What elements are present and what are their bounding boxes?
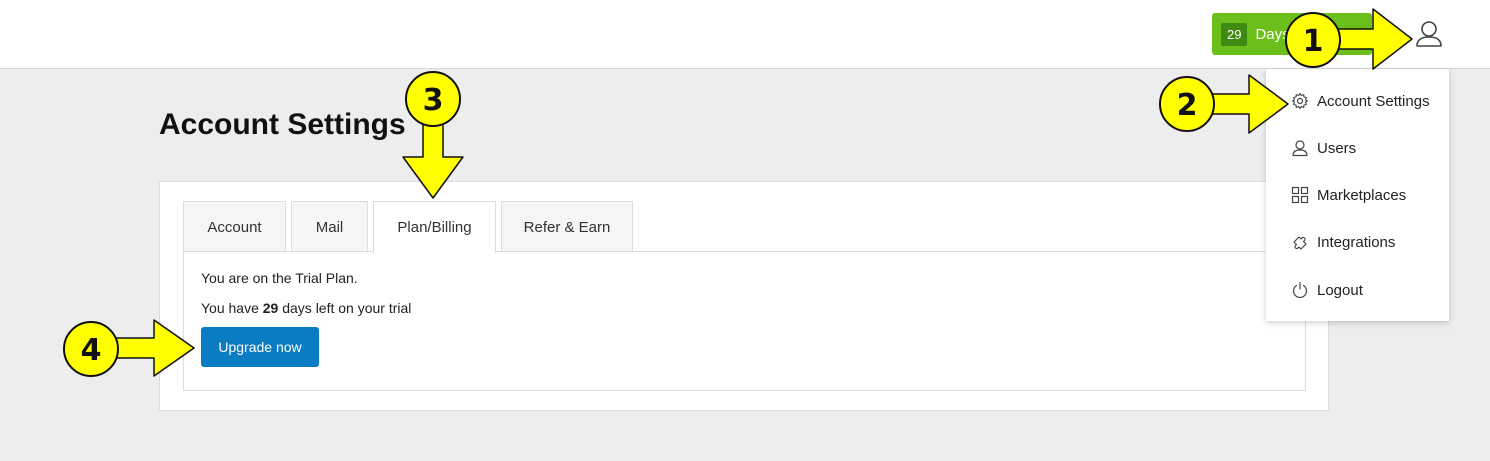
tab-refer-earn[interactable]: Refer & Earn <box>501 201 633 252</box>
annotation-number: 4 <box>81 333 102 368</box>
annotation-2: 2 <box>1159 74 1289 134</box>
menu-item-label: Marketplaces <box>1317 186 1407 204</box>
annotation-number: 2 <box>1177 88 1198 123</box>
annotation-3: 3 <box>402 71 464 199</box>
user-menu-button[interactable] <box>1413 18 1445 50</box>
menu-item-users[interactable]: Users <box>1266 128 1449 168</box>
arrow-shape <box>109 319 195 377</box>
menu-item-account-settings[interactable]: Account Settings <box>1266 81 1449 121</box>
menu-item-label: Users <box>1317 139 1357 157</box>
arrow-shape <box>402 116 464 199</box>
power-icon <box>1292 281 1308 299</box>
top-bar: 29 Days left <box>0 0 1490 69</box>
user-icon <box>1416 21 1442 47</box>
days-suffix: days left on your trial <box>278 300 412 316</box>
upgrade-now-button[interactable]: Upgrade now <box>201 327 319 367</box>
trial-days-count: 29 <box>1221 22 1248 46</box>
user-icon <box>1292 140 1308 157</box>
annotation-1: 1 <box>1285 8 1413 70</box>
menu-item-label: Integrations <box>1317 233 1396 251</box>
page-title: Account Settings <box>159 108 406 141</box>
annotation-number: 1 <box>1303 24 1324 59</box>
days-value: 29 <box>262 300 279 316</box>
puzzle-icon <box>1293 236 1307 250</box>
annotation-4: 4 <box>63 319 195 377</box>
annotation-number: 3 <box>423 83 444 118</box>
plan-billing-panel: You are on the Trial Plan. You have 29 d… <box>183 251 1306 391</box>
user-dropdown-menu: Account Settings Users Marketplaces Inte… <box>1266 69 1449 321</box>
arrow-shape <box>1206 74 1289 134</box>
tab-account[interactable]: Account <box>183 201 286 252</box>
grid-icon <box>1291 186 1309 204</box>
menu-item-integrations[interactable]: Integrations <box>1266 222 1449 262</box>
menu-item-marketplaces[interactable]: Marketplaces <box>1266 175 1449 215</box>
menu-item-label: Account Settings <box>1317 92 1430 110</box>
plan-text: You are on the Trial Plan. <box>201 270 358 286</box>
days-prefix: You have <box>201 300 263 316</box>
tab-plan-billing[interactable]: Plan/Billing <box>373 201 496 253</box>
tab-mail[interactable]: Mail <box>291 201 368 252</box>
trial-days-remaining: You have 29 days left on your trial <box>201 300 411 316</box>
gear-icon <box>1291 92 1309 110</box>
menu-item-logout[interactable]: Logout <box>1266 270 1449 310</box>
menu-item-label: Logout <box>1317 281 1363 299</box>
